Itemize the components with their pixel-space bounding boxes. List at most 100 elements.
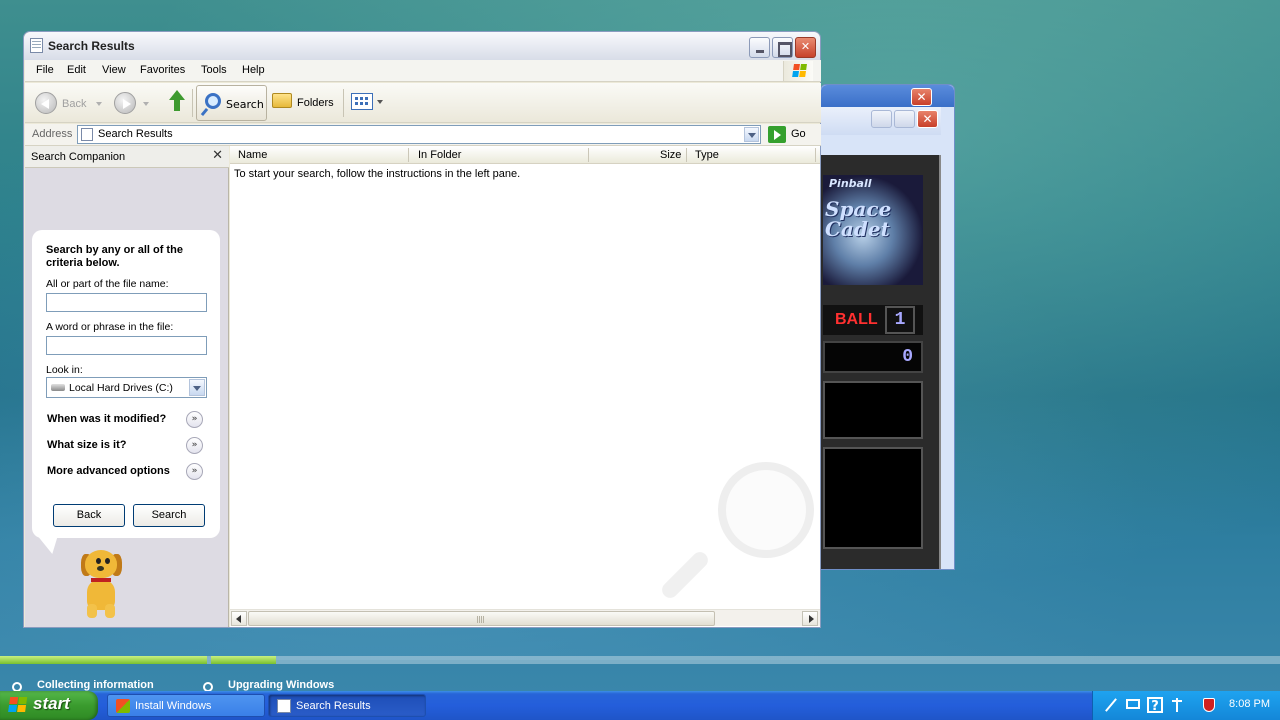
filename-input[interactable] — [46, 293, 207, 312]
menu-favorites[interactable]: Favorites — [140, 64, 185, 76]
close-button[interactable]: ✕ — [795, 37, 816, 58]
menu-view[interactable]: View — [102, 64, 126, 76]
lookin-label: Look in: — [46, 364, 83, 376]
network-icon[interactable] — [1103, 697, 1119, 713]
menu-edit[interactable]: Edit — [67, 64, 86, 76]
back-search-button[interactable]: Back — [53, 504, 125, 527]
menu-file[interactable]: File — [36, 64, 54, 76]
start-label: start — [33, 694, 70, 713]
search-toggle-button[interactable]: Search — [196, 85, 267, 121]
hard-drive-icon — [51, 384, 65, 391]
views-icon[interactable] — [351, 93, 373, 110]
system-tray: ? 8:08 PM — [1092, 691, 1280, 720]
window-titlebar[interactable]: Search Results ✕ — [24, 32, 820, 60]
pinball-maximize-button[interactable] — [894, 110, 915, 128]
pinball-small-title: Pinball — [829, 177, 872, 190]
menu-bar: File Edit View Favorites Tools Help — [25, 60, 821, 82]
search-label: Search — [226, 98, 264, 111]
pinball-minimize-button[interactable] — [871, 110, 892, 128]
up-folder-icon[interactable] — [167, 90, 187, 112]
scroll-left-button[interactable] — [231, 611, 247, 626]
column-type[interactable]: Type — [695, 149, 719, 161]
address-input[interactable]: Search Results — [77, 125, 761, 144]
clock[interactable]: 8:08 PM — [1229, 698, 1270, 710]
empty-results-message: To start your search, follow the instruc… — [234, 168, 521, 180]
size-option[interactable]: What size is it? — [47, 439, 126, 451]
start-button[interactable]: start — [0, 691, 98, 720]
minimize-button[interactable] — [749, 37, 770, 58]
search-criteria-bubble: Search by any or all of the criteria bel… — [32, 230, 220, 538]
go-arrow-icon[interactable] — [768, 126, 786, 143]
lookin-dropdown-button[interactable] — [189, 379, 205, 396]
help-icon[interactable]: ? — [1147, 697, 1163, 714]
search-button[interactable]: Search — [133, 504, 205, 527]
ball-label: BALL — [835, 311, 878, 328]
standard-toolbar: Back Search Folders — [25, 83, 821, 123]
taskbar-item-label: Install Windows — [135, 700, 212, 712]
views-dropdown-icon[interactable] — [377, 100, 383, 104]
menu-help[interactable]: Help — [242, 64, 265, 76]
back-label: Back — [62, 98, 87, 110]
menu-tools[interactable]: Tools — [201, 64, 227, 76]
advanced-option[interactable]: More advanced options — [47, 465, 170, 477]
forward-button[interactable] — [114, 87, 152, 119]
scroll-thumb[interactable] — [248, 611, 715, 626]
pinball-close-button[interactable]: ✕ — [911, 88, 932, 106]
pinball-inner-close-button[interactable]: ✕ — [917, 110, 938, 128]
folder-icon — [272, 93, 292, 108]
lookin-select[interactable]: Local Hard Drives (C:) — [46, 377, 207, 398]
phrase-input[interactable] — [46, 336, 207, 355]
column-divider[interactable] — [686, 148, 687, 162]
pinball-game-area[interactable]: Pinball Space Cadet BALL 1 0 — [821, 155, 941, 569]
address-value: Search Results — [98, 128, 173, 140]
setup-progress-fill — [211, 656, 276, 664]
search-companion-title: Search Companion — [31, 151, 126, 163]
size-expand-icon[interactable]: » — [186, 437, 203, 454]
modified-expand-icon[interactable]: » — [186, 411, 203, 428]
bubble-tail — [37, 536, 65, 554]
taskbar-item-install-windows[interactable]: Install Windows — [107, 694, 265, 717]
column-size[interactable]: Size — [660, 149, 681, 161]
phrase-label: A word or phrase in the file: — [46, 321, 174, 333]
taskbar-item-search-results[interactable]: Search Results — [268, 694, 426, 717]
column-divider[interactable] — [815, 148, 816, 162]
magnifier-watermark-handle — [658, 548, 712, 602]
column-in-folder[interactable]: In Folder — [418, 149, 461, 161]
advanced-expand-icon[interactable]: » — [186, 463, 203, 480]
forward-dropdown-icon — [143, 102, 149, 106]
ball-number: 1 — [885, 306, 915, 334]
back-arrow-icon — [35, 92, 57, 114]
address-bar: Address Search Results Go — [25, 124, 821, 146]
go-button[interactable]: Go — [791, 128, 806, 140]
address-dropdown-button[interactable] — [744, 127, 759, 142]
magnifier-watermark-icon — [718, 462, 814, 558]
search-icon-handle — [200, 107, 209, 117]
results-column-header: Name In Folder Size Type — [230, 146, 820, 164]
pinball-inner-titlebar[interactable]: ✕ — [821, 107, 941, 135]
usb-icon[interactable] — [1169, 697, 1185, 713]
search-icon — [205, 93, 221, 109]
pinball-titlebar[interactable]: ✕ — [821, 85, 954, 107]
scroll-right-button[interactable] — [802, 611, 818, 626]
column-divider[interactable] — [588, 148, 589, 162]
setup-progress-strip: Collecting information Upgrading Windows — [0, 652, 1280, 692]
back-button[interactable]: Back — [35, 87, 105, 119]
column-divider[interactable] — [408, 148, 409, 162]
maximize-button[interactable] — [772, 37, 793, 58]
monitor-icon[interactable] — [1125, 697, 1141, 713]
close-pane-icon[interactable]: ✕ — [212, 148, 223, 163]
horizontal-scrollbar[interactable] — [230, 609, 820, 626]
folders-button[interactable]: Folders — [270, 87, 338, 119]
filename-label: All or part of the file name: — [46, 278, 169, 290]
forward-arrow-icon — [114, 92, 136, 114]
windows-setup-icon — [116, 699, 130, 713]
search-results-icon — [81, 128, 93, 141]
security-shield-icon[interactable] — [1201, 697, 1217, 713]
column-name[interactable]: Name — [238, 149, 267, 161]
search-companion-header: Search Companion ✕ — [25, 146, 229, 168]
pinball-window[interactable]: ✕ ✕ Pinball Space Cadet BALL 1 0 — [820, 84, 955, 570]
search-dog-icon[interactable] — [77, 548, 133, 622]
search-results-window[interactable]: Search Results ✕ File Edit View Favorite… — [23, 31, 821, 628]
modified-option[interactable]: When was it modified? — [47, 413, 166, 425]
windows-flag-icon — [8, 697, 28, 714]
